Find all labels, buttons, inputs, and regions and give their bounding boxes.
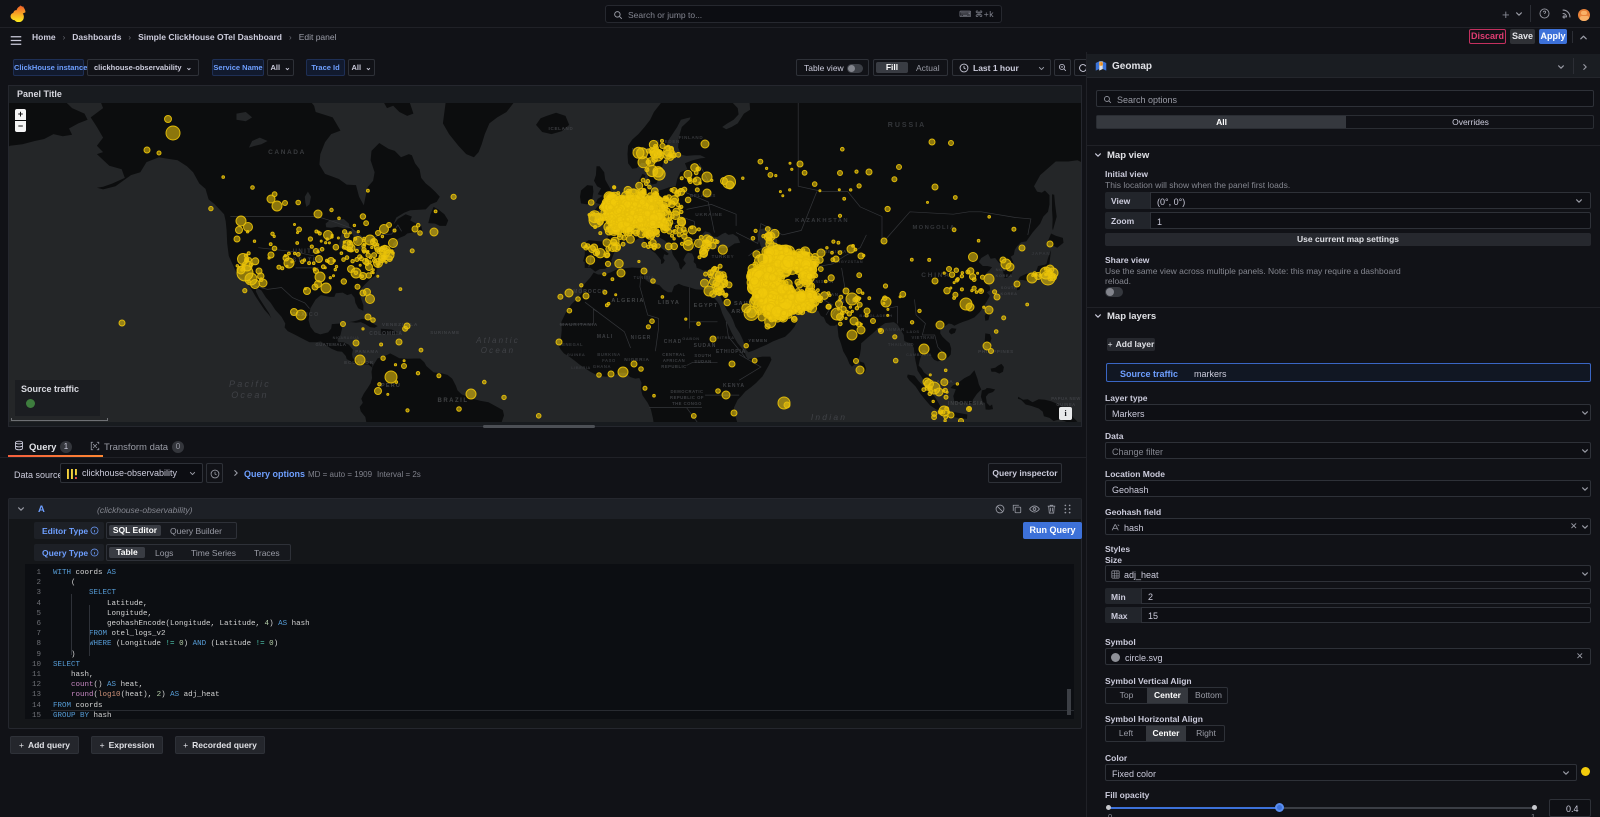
- svg-text:KOREA: KOREA: [996, 273, 1013, 278]
- svg-text:MAURITANIA: MAURITANIA: [560, 322, 598, 328]
- svg-text:GUINEA: GUINEA: [567, 352, 586, 357]
- svg-text:DEMOCRATIC: DEMOCRATIC: [670, 389, 703, 394]
- svg-text:CANADA: CANADA: [268, 149, 306, 156]
- svg-text:SWEDEN: SWEDEN: [656, 139, 680, 144]
- svg-text:Pacific: Pacific: [229, 379, 271, 389]
- svg-text:THE CONGO: THE CONGO: [672, 401, 702, 406]
- svg-text:MONGOLIA: MONGOLIA: [912, 225, 955, 231]
- svg-text:KAZAKHSTAN: KAZAKHSTAN: [795, 218, 849, 224]
- svg-text:THAILAND: THAILAND: [888, 342, 914, 347]
- svg-text:Indian: Indian: [811, 412, 847, 422]
- svg-text:EGYPT: EGYPT: [694, 303, 719, 309]
- svg-text:Atlantic: Atlantic: [475, 336, 520, 345]
- svg-text:COLOMBIA: COLOMBIA: [369, 331, 403, 337]
- svg-text:PAPUA NEW: PAPUA NEW: [1051, 396, 1081, 401]
- svg-text:AFRICAN: AFRICAN: [663, 358, 685, 363]
- svg-text:NIGER: NIGER: [631, 335, 652, 341]
- svg-text:FASO: FASO: [602, 358, 616, 363]
- svg-text:SOUTH: SOUTH: [694, 353, 711, 358]
- svg-text:MALI: MALI: [597, 334, 613, 340]
- svg-text:SURINAME: SURINAME: [430, 330, 460, 335]
- svg-text:REPUBLIC: REPUBLIC: [661, 364, 686, 369]
- svg-text:RUSSIA: RUSSIA: [888, 122, 926, 129]
- svg-text:CENTRAL: CENTRAL: [662, 352, 686, 357]
- svg-text:CHAD: CHAD: [664, 339, 682, 345]
- svg-text:ETHIOPIA: ETHIOPIA: [716, 349, 746, 355]
- svg-text:LIBERIA: LIBERIA: [571, 365, 591, 370]
- svg-text:NIGERIA: NIGERIA: [624, 357, 650, 363]
- svg-text:GABON: GABON: [682, 336, 699, 341]
- svg-text:YEMEN: YEMEN: [748, 338, 768, 343]
- svg-text:BURKINA: BURKINA: [597, 352, 621, 357]
- svg-text:MOROCCO: MOROCCO: [573, 289, 607, 295]
- svg-text:NICARAGUA: NICARAGUA: [333, 336, 360, 340]
- svg-text:SUDAN: SUDAN: [694, 343, 717, 349]
- svg-text:Ocean: Ocean: [481, 346, 516, 355]
- svg-text:VENEZUELA: VENEZUELA: [382, 322, 418, 328]
- svg-text:VIETNAM: VIETNAM: [911, 335, 934, 340]
- svg-text:FINLAND: FINLAND: [679, 135, 704, 140]
- svg-text:PERU: PERU: [381, 383, 401, 389]
- svg-text:REPUBLIC OF: REPUBLIC OF: [670, 395, 704, 400]
- svg-text:JAPAN: JAPAN: [1032, 251, 1051, 256]
- svg-text:BRAZIL: BRAZIL: [438, 398, 469, 404]
- svg-text:INDONESIA: INDONESIA: [948, 401, 984, 407]
- svg-text:KENYA: KENYA: [723, 383, 745, 389]
- svg-text:GUATEMALA: GUATEMALA: [316, 342, 347, 347]
- svg-text:SENEGAL: SENEGAL: [559, 342, 583, 347]
- svg-text:GHANA: GHANA: [593, 364, 611, 369]
- svg-text:LIBYA: LIBYA: [658, 300, 680, 306]
- svg-text:ALGERIA: ALGERIA: [611, 298, 644, 304]
- svg-text:KOREA: KOREA: [1001, 291, 1018, 296]
- svg-text:ICELAND: ICELAND: [549, 126, 574, 131]
- svg-text:UKRAINE: UKRAINE: [695, 212, 722, 218]
- svg-text:PHILIPPINES: PHILIPPINES: [978, 349, 1014, 354]
- svg-text:LAOS: LAOS: [906, 329, 919, 334]
- svg-text:CAMBODIA: CAMBODIA: [906, 352, 932, 357]
- svg-text:ERITREA: ERITREA: [713, 335, 734, 340]
- svg-text:TURKEY: TURKEY: [712, 254, 735, 259]
- svg-text:Ocean: Ocean: [231, 390, 269, 400]
- svg-text:SUDAN: SUDAN: [694, 359, 711, 364]
- svg-text:PANAMA: PANAMA: [355, 349, 379, 354]
